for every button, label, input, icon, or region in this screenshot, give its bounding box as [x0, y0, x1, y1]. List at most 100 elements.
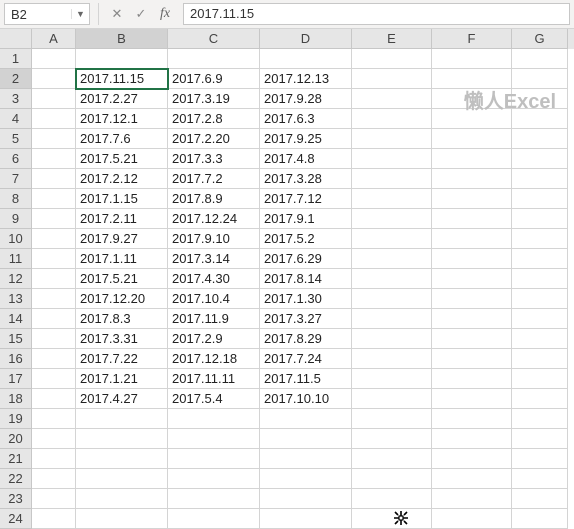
cell[interactable]: 2017.9.28: [260, 89, 352, 109]
cell[interactable]: 2017.1.15: [76, 189, 168, 209]
cell[interactable]: [432, 209, 512, 229]
cell[interactable]: [32, 409, 76, 429]
cell[interactable]: [352, 69, 432, 89]
cell[interactable]: [168, 409, 260, 429]
cell[interactable]: 2017.1.21: [76, 369, 168, 389]
cell[interactable]: [32, 449, 76, 469]
cell[interactable]: [432, 289, 512, 309]
cell[interactable]: [32, 309, 76, 329]
row-header[interactable]: 14: [0, 309, 32, 329]
cell[interactable]: [512, 69, 568, 89]
cell[interactable]: [76, 449, 168, 469]
cell[interactable]: [260, 489, 352, 509]
cell[interactable]: 2017.3.3: [168, 149, 260, 169]
cell[interactable]: [168, 49, 260, 69]
cell[interactable]: [432, 369, 512, 389]
col-header-D[interactable]: D: [260, 29, 352, 49]
cell[interactable]: 2017.11.15: [76, 69, 168, 89]
row-header[interactable]: 7: [0, 169, 32, 189]
cell[interactable]: [512, 149, 568, 169]
cell[interactable]: [352, 169, 432, 189]
cell[interactable]: [432, 109, 512, 129]
cell[interactable]: [32, 169, 76, 189]
cell[interactable]: 2017.12.18: [168, 349, 260, 369]
select-all-corner[interactable]: [0, 29, 32, 49]
col-header-F[interactable]: F: [432, 29, 512, 49]
cell[interactable]: 2017.7.24: [260, 349, 352, 369]
row-header[interactable]: 11: [0, 249, 32, 269]
cell[interactable]: [512, 389, 568, 409]
cell[interactable]: [168, 469, 260, 489]
cell[interactable]: [32, 109, 76, 129]
col-header-A[interactable]: A: [32, 29, 76, 49]
cell[interactable]: [32, 329, 76, 349]
col-header-B[interactable]: B: [76, 29, 168, 49]
cell[interactable]: 2017.8.9: [168, 189, 260, 209]
cell[interactable]: 2017.7.6: [76, 129, 168, 149]
cell[interactable]: [32, 229, 76, 249]
cell[interactable]: [512, 129, 568, 149]
cell[interactable]: [432, 469, 512, 489]
cell[interactable]: [352, 229, 432, 249]
cell[interactable]: 2017.7.2: [168, 169, 260, 189]
cell[interactable]: 2017.9.1: [260, 209, 352, 229]
cell[interactable]: 2017.2.27: [76, 89, 168, 109]
cell[interactable]: [32, 249, 76, 269]
cell[interactable]: [512, 469, 568, 489]
cancel-button[interactable]: ✕: [107, 3, 127, 25]
cell[interactable]: [352, 389, 432, 409]
cell[interactable]: [352, 189, 432, 209]
cell[interactable]: 2017.9.10: [168, 229, 260, 249]
cell[interactable]: [260, 469, 352, 489]
cell[interactable]: 2017.10.4: [168, 289, 260, 309]
cell[interactable]: [432, 329, 512, 349]
cell[interactable]: [432, 149, 512, 169]
cell[interactable]: [512, 289, 568, 309]
cell[interactable]: [260, 429, 352, 449]
cell[interactable]: [352, 429, 432, 449]
cell[interactable]: [260, 449, 352, 469]
cell[interactable]: [76, 469, 168, 489]
cell[interactable]: 2017.12.1: [76, 109, 168, 129]
row-header[interactable]: 15: [0, 329, 32, 349]
cell[interactable]: 2017.3.14: [168, 249, 260, 269]
cell[interactable]: 2017.6.9: [168, 69, 260, 89]
confirm-button[interactable]: ✓: [131, 3, 151, 25]
cell[interactable]: 2017.6.29: [260, 249, 352, 269]
cell[interactable]: [432, 389, 512, 409]
cell[interactable]: [32, 69, 76, 89]
cell[interactable]: [432, 509, 512, 529]
cell[interactable]: 2017.8.14: [260, 269, 352, 289]
cell[interactable]: [352, 409, 432, 429]
cell[interactable]: [352, 329, 432, 349]
row-header[interactable]: 19: [0, 409, 32, 429]
cell[interactable]: [512, 229, 568, 249]
cell[interactable]: [76, 409, 168, 429]
cell[interactable]: [432, 189, 512, 209]
cell[interactable]: [512, 369, 568, 389]
cell[interactable]: 2017.5.21: [76, 269, 168, 289]
cell[interactable]: [512, 109, 568, 129]
cell[interactable]: [432, 429, 512, 449]
cell[interactable]: 2017.11.5: [260, 369, 352, 389]
row-header[interactable]: 2: [0, 69, 32, 89]
cell[interactable]: [512, 429, 568, 449]
cell[interactable]: 2017.1.11: [76, 249, 168, 269]
cell[interactable]: [32, 289, 76, 309]
cell[interactable]: [352, 469, 432, 489]
cell[interactable]: [512, 329, 568, 349]
cell[interactable]: [432, 349, 512, 369]
cell[interactable]: [432, 229, 512, 249]
cell[interactable]: 2017.2.8: [168, 109, 260, 129]
cell[interactable]: [512, 169, 568, 189]
cell[interactable]: [512, 209, 568, 229]
row-header[interactable]: 10: [0, 229, 32, 249]
row-header[interactable]: 12: [0, 269, 32, 289]
cell[interactable]: [512, 269, 568, 289]
cell[interactable]: [512, 309, 568, 329]
cell[interactable]: [512, 249, 568, 269]
row-header[interactable]: 5: [0, 129, 32, 149]
cell[interactable]: 2017.5.2: [260, 229, 352, 249]
cell[interactable]: 2017.5.21: [76, 149, 168, 169]
cell[interactable]: [432, 409, 512, 429]
